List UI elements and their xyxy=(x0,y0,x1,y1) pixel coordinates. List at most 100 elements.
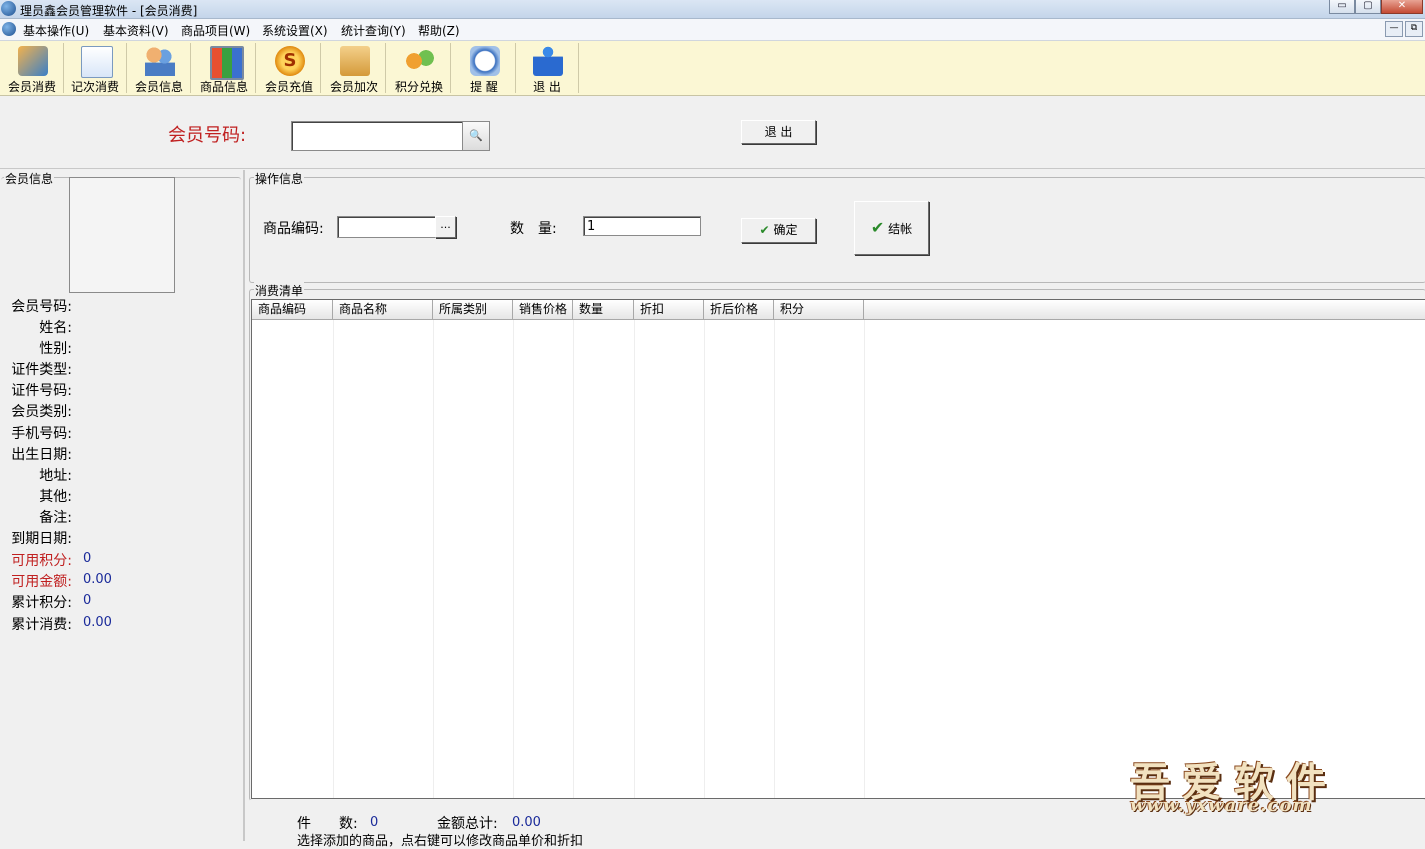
toolbar: 会员消费 记次消费 会员信息 商品信息 S 会员充值 会员加次 积分兑换 提 醒… xyxy=(0,41,1425,96)
minimize-button[interactable]: ▭ xyxy=(1329,0,1355,14)
toolbar-label: 记次消费 xyxy=(70,80,119,94)
grid-line xyxy=(333,320,334,798)
menu-basic-ops[interactable]: 基本操作(U) xyxy=(23,22,89,39)
info-label: 会员号码: xyxy=(11,299,72,315)
info-row-id-no: 证件号码: xyxy=(0,380,240,400)
confirm-label: 确定 xyxy=(773,223,798,237)
info-row-id-type: 证件类型: xyxy=(0,359,240,379)
col-product-name[interactable]: 商品名称 xyxy=(333,300,433,319)
info-label: 证件类型: xyxy=(11,362,72,378)
toolbar-reminder-button[interactable]: 提 醒 xyxy=(453,43,516,94)
product-code-input[interactable] xyxy=(337,216,436,238)
grid-line xyxy=(774,320,775,798)
info-row-address: 地址: xyxy=(0,465,240,485)
col-sale-price[interactable]: 销售价格 xyxy=(513,300,573,319)
info-label: 累计积分: xyxy=(11,595,72,611)
app-icon xyxy=(1,1,16,16)
col-discounted-price[interactable]: 折后价格 xyxy=(704,300,774,319)
info-row-expire: 到期日期: xyxy=(0,528,240,548)
quantity-input[interactable]: 1 xyxy=(583,216,701,236)
toolbar-count-consume-button[interactable]: 记次消费 xyxy=(64,43,127,94)
menu-help[interactable]: 帮助(Z) xyxy=(418,22,460,39)
info-label: 出生日期: xyxy=(11,447,72,463)
toolbar-points-exchange-button[interactable]: 积分兑换 xyxy=(388,43,451,94)
menu-system-settings[interactable]: 系统设置(X) xyxy=(262,22,328,39)
grid-line xyxy=(513,320,514,798)
coin-icon: S xyxy=(275,46,305,76)
title-bar: 理员鑫会员管理软件 - [会员消费] ▭ ▢ ✕ xyxy=(0,0,1425,19)
table-header: 商品编码 商品名称 所属类别 销售价格 数量 折扣 折后价格 积分 xyxy=(252,300,1425,320)
grid-icon xyxy=(210,46,244,80)
info-label: 累计消费: xyxy=(11,617,72,633)
info-row-birthday: 出生日期: xyxy=(0,444,240,464)
toolbar-label: 会员加次 xyxy=(329,80,378,94)
info-row-name: 姓名: xyxy=(0,317,240,337)
confirm-button[interactable]: ✔ 确定 xyxy=(741,218,816,243)
info-value: 0.00 xyxy=(83,572,112,587)
grid-line xyxy=(573,320,574,798)
check-icon: ✔ xyxy=(870,218,885,237)
info-row-total-points: 累计积分: 0 xyxy=(0,592,240,612)
toolbar-label: 提 醒 xyxy=(470,80,498,94)
toolbar-label: 会员信息 xyxy=(134,80,183,94)
folder-icon xyxy=(340,46,370,76)
toolbar-member-info-button[interactable]: 会员信息 xyxy=(128,43,191,94)
grid-line xyxy=(864,320,865,798)
score-icon xyxy=(405,46,435,76)
exit-icon xyxy=(533,46,563,76)
member-no-label: 会员号码: xyxy=(168,125,247,146)
info-label: 手机号码: xyxy=(11,426,72,442)
menu-bar: 基本操作(U) 基本资料(V) 商品项目(W) 系统设置(X) 统计查询(Y) … xyxy=(0,19,1425,41)
info-value: 0.00 xyxy=(83,615,112,630)
info-label: 可用积分: xyxy=(11,553,72,569)
maximize-button[interactable]: ▢ xyxy=(1355,0,1381,14)
info-row-remark: 备注: xyxy=(0,507,240,527)
clock-icon xyxy=(470,46,500,76)
grid-line xyxy=(634,320,635,798)
total-value: 0.00 xyxy=(512,815,541,830)
col-points[interactable]: 积分 xyxy=(774,300,864,319)
col-product-code[interactable]: 商品编码 xyxy=(252,300,333,319)
mdi-app-icon[interactable] xyxy=(2,22,16,36)
member-no-input[interactable] xyxy=(291,121,463,151)
info-row-member-type: 会员类别: xyxy=(0,401,240,421)
col-discount[interactable]: 折扣 xyxy=(634,300,704,319)
info-row-available-amount: 可用金额: 0.00 xyxy=(0,571,240,591)
checkout-label: 结帐 xyxy=(888,222,913,236)
mdi-controls: — ⧉ xyxy=(1385,21,1423,37)
info-row-phone: 手机号码: xyxy=(0,423,240,443)
search-icon[interactable]: 🔍 xyxy=(462,121,490,151)
card-icon xyxy=(18,46,48,76)
toolbar-member-consume-button[interactable]: 会员消费 xyxy=(1,43,64,94)
info-label: 到期日期: xyxy=(11,531,72,547)
menu-product-items[interactable]: 商品项目(W) xyxy=(181,22,250,39)
mdi-restore-button[interactable]: ⧉ xyxy=(1405,21,1423,37)
count-value: 0 xyxy=(370,815,379,830)
exit-button[interactable]: 退 出 xyxy=(741,120,816,144)
menu-basic-data[interactable]: 基本资料(V) xyxy=(103,22,169,39)
info-label: 地址: xyxy=(39,468,72,484)
checkout-button[interactable]: ✔ 结帐 xyxy=(854,201,929,255)
toolbar-exit-button[interactable]: 退 出 xyxy=(516,43,579,94)
close-button[interactable]: ✕ xyxy=(1381,0,1423,14)
toolbar-label: 会员充值 xyxy=(264,80,313,94)
info-label: 证件号码: xyxy=(11,383,72,399)
browse-product-button[interactable]: ... xyxy=(435,216,456,238)
toolbar-product-info-button[interactable]: 商品信息 xyxy=(193,43,256,94)
col-quantity[interactable]: 数量 xyxy=(573,300,634,319)
info-value: 0 xyxy=(83,551,92,566)
toolbar-recharge-button[interactable]: S 会员充值 xyxy=(258,43,321,94)
grid-line xyxy=(704,320,705,798)
info-label: 会员类别: xyxy=(11,404,72,420)
quantity-label: 数 量: xyxy=(510,221,557,237)
toolbar-label: 商品信息 xyxy=(199,80,248,94)
col-category[interactable]: 所属类别 xyxy=(433,300,513,319)
product-code-label: 商品编码: xyxy=(263,221,324,237)
consume-list-table[interactable]: 商品编码 商品名称 所属类别 销售价格 数量 折扣 折后价格 积分 xyxy=(251,299,1425,799)
watermark-url: www.yxware.com xyxy=(1130,795,1313,816)
toolbar-add-count-button[interactable]: 会员加次 xyxy=(323,43,386,94)
people-icon xyxy=(145,46,175,76)
info-label: 可用金额: xyxy=(11,574,72,590)
mdi-minimize-button[interactable]: — xyxy=(1385,21,1403,37)
menu-statistics[interactable]: 统计查询(Y) xyxy=(341,22,406,39)
